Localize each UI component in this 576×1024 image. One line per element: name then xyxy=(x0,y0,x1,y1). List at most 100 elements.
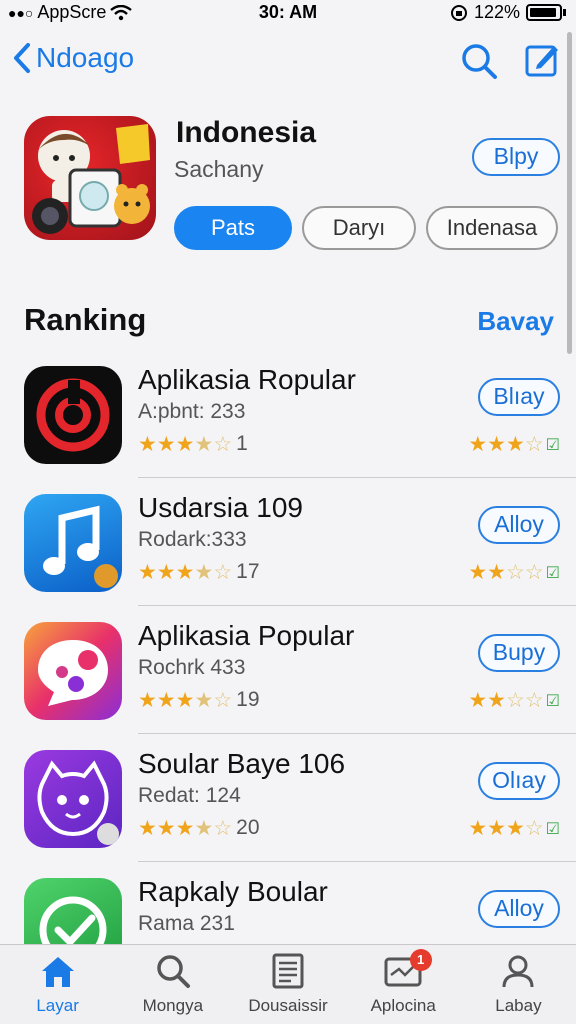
half-star-icon: ★ xyxy=(194,688,214,712)
half-star-icon: ★ xyxy=(194,560,214,584)
list-item[interactable]: Aplikasia Ropular A:pbnt: 233 ★★★ ★ ☆ 1 Bl… xyxy=(0,350,576,478)
star-icon: ★★★ xyxy=(138,688,195,712)
ranking-title: Ranking xyxy=(24,302,147,337)
star-icon: ★★ xyxy=(468,689,506,712)
check-icon: ☑ xyxy=(545,820,560,838)
filter-chip-daryi[interactable]: Daryı xyxy=(302,206,416,250)
featured-app-icon[interactable] xyxy=(24,116,156,240)
featured-app-subtitle: Sachany xyxy=(174,156,264,182)
app-name: Usdarsia 109 xyxy=(138,492,303,523)
empty-star-icon: ☆ xyxy=(524,433,544,456)
get-button[interactable]: Alloy xyxy=(478,890,560,928)
app-icon-2[interactable] xyxy=(24,494,122,592)
empty-star-icon: ☆ xyxy=(213,432,233,456)
empty-star-icon: ☆☆ xyxy=(506,689,544,712)
list-item[interactable]: Soular Baye 106 Redat: 124 ★★★ ★ ☆ 20 Olıa… xyxy=(0,734,576,862)
get-button[interactable]: Bupy xyxy=(478,634,560,672)
battery-icon xyxy=(526,4,562,21)
app-name: Rapkaly Boular xyxy=(138,876,328,907)
star-icon: ★★ xyxy=(468,561,506,584)
empty-star-icon: ☆ xyxy=(213,816,233,840)
filter-chip-pats[interactable]: Pats xyxy=(174,206,292,250)
featured-buy-button[interactable]: Blpy xyxy=(472,138,560,176)
notification-badge: 1 xyxy=(409,949,432,971)
compose-icon[interactable] xyxy=(524,42,560,78)
app-name: Aplikasia Ropular xyxy=(138,364,356,395)
tab-label: Dousaissir xyxy=(248,996,328,1015)
star-icon: ★★★ xyxy=(138,432,195,456)
rating-count: 17 xyxy=(236,560,260,583)
featured-app-title: Indonesia xyxy=(176,116,317,149)
check-icon: ☑ xyxy=(545,692,560,710)
tab-label: Labay xyxy=(495,996,542,1015)
orientation-lock-icon xyxy=(450,4,467,21)
character-face-icon xyxy=(37,760,119,845)
star-icon: ★★★ xyxy=(138,560,195,584)
rating-count: 19 xyxy=(236,688,260,711)
ranking-list: Aplikasia Ropular A:pbnt: 233 ★★★ ★ ☆ 1 Bl… xyxy=(0,350,576,990)
star-icon: ★★★ xyxy=(468,817,525,840)
app-meta: Rochrk 433 xyxy=(138,656,246,679)
rating-stars: ★★★ ★ ☆ 17 xyxy=(138,560,260,584)
battery-percent: 122% xyxy=(473,2,520,22)
app-icon-3[interactable] xyxy=(24,622,122,720)
battery-cap xyxy=(563,9,566,16)
half-star-icon: ★ xyxy=(194,432,214,456)
secondary-rating: ★★★ ☆ ☑ xyxy=(468,818,560,839)
tab-aplocina[interactable]: 1 Aplocina xyxy=(346,945,461,1024)
app-meta: Redat: 124 xyxy=(138,784,241,807)
tab-layar[interactable]: Layar xyxy=(0,945,115,1024)
status-right: 122% xyxy=(450,2,566,23)
search-icon xyxy=(157,955,190,988)
filter-chips: Pats Daryı Indenasa xyxy=(174,206,558,250)
rating-stars: ★★★ ★ ☆ 20 xyxy=(138,816,260,840)
rating-stars: ★★★ ★ ☆ 1 xyxy=(138,432,248,456)
empty-star-icon: ☆ xyxy=(524,817,544,840)
search-icon[interactable] xyxy=(460,42,498,80)
get-button[interactable]: Blıay xyxy=(478,378,560,416)
secondary-rating: ★★ ☆☆ ☑ xyxy=(468,562,560,583)
empty-star-icon: ☆ xyxy=(213,688,233,712)
empty-star-icon: ☆ xyxy=(213,560,233,584)
star-icon: ★★★ xyxy=(468,433,525,456)
secondary-rating: ★★★ ☆ ☑ xyxy=(468,434,560,455)
filter-chip-indenasa[interactable]: Indenasa xyxy=(426,206,558,250)
tab-labay[interactable]: Labay xyxy=(461,945,576,1024)
profile-icon xyxy=(502,955,534,988)
tab-label: Aplocina xyxy=(370,996,436,1015)
record-icon xyxy=(36,378,110,452)
rating-count: 1 xyxy=(236,432,248,455)
home-icon xyxy=(41,957,74,987)
app-meta: A:pbnt: 233 xyxy=(138,400,246,423)
app-icon-4[interactable] xyxy=(24,750,122,848)
tab-label: Layar xyxy=(36,996,79,1015)
document-icon xyxy=(272,953,304,989)
empty-star-icon: ☆☆ xyxy=(506,561,544,584)
tab-dousaissir[interactable]: Dousaissir xyxy=(230,945,345,1024)
list-item[interactable]: Aplikasia Popular Rochrk 433 ★★★ ★ ☆ 19 Bu… xyxy=(0,606,576,734)
secondary-rating: ★★ ☆☆ ☑ xyxy=(468,690,560,711)
app-meta: Rodark:333 xyxy=(138,528,247,551)
app-meta: Rama 231 xyxy=(138,912,235,935)
tab-mongya[interactable]: Mongya xyxy=(115,945,230,1024)
chevron-left-icon xyxy=(14,43,30,73)
get-button[interactable]: Alloy xyxy=(478,506,560,544)
back-label: Ndoago xyxy=(36,42,135,73)
nav-bar: Ndoago xyxy=(0,36,576,86)
back-button[interactable]: Ndoago xyxy=(12,42,134,74)
get-button[interactable]: Olıay xyxy=(478,762,560,800)
check-icon: ☑ xyxy=(545,564,560,582)
ranking-see-all-link[interactable]: Bavay xyxy=(477,306,554,337)
app-name: Soular Baye 106 xyxy=(138,748,346,779)
star-icon: ★★★ xyxy=(138,816,195,840)
app-icon-1[interactable] xyxy=(24,366,122,464)
rating-stars: ★★★ ★ ☆ 19 xyxy=(138,688,260,712)
ranking-header: Ranking Bavay xyxy=(24,302,554,342)
featured-art xyxy=(32,124,150,234)
chat-bubble-icon xyxy=(38,640,108,706)
tab-label: Mongya xyxy=(142,996,204,1015)
check-icon: ☑ xyxy=(545,436,560,454)
list-item[interactable]: Usdarsia 109 Rodark:333 ★★★ ★ ☆ 17 Alloy ★… xyxy=(0,478,576,606)
status-bar: ●●○ AppScre 30: AM 122% xyxy=(0,0,576,26)
music-note-icon xyxy=(43,505,118,588)
